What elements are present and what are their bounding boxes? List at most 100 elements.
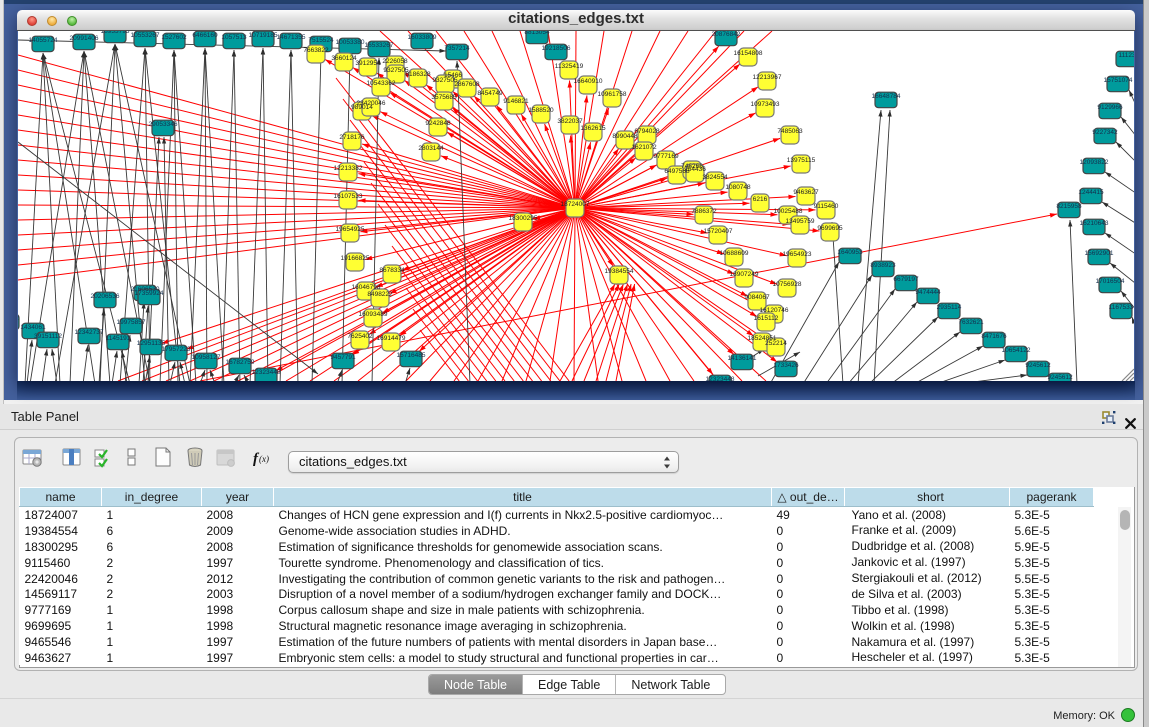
svg-text:20206536: 20206536 bbox=[91, 293, 120, 300]
svg-text:252214: 252214 bbox=[765, 340, 787, 347]
svg-text:6679197: 6679197 bbox=[893, 276, 919, 283]
svg-text:12323448: 12323448 bbox=[706, 376, 735, 381]
svg-text:2803144: 2803144 bbox=[418, 145, 444, 152]
svg-text:1080748: 1080748 bbox=[725, 184, 751, 191]
svg-text:9463627: 9463627 bbox=[793, 189, 819, 196]
svg-text:11325419: 11325419 bbox=[555, 63, 584, 70]
svg-text:10719185: 10719185 bbox=[249, 32, 278, 39]
svg-text:16648784: 16648784 bbox=[872, 93, 901, 100]
svg-text:18300295: 18300295 bbox=[509, 215, 538, 222]
svg-text:16210643: 16210643 bbox=[1080, 220, 1109, 227]
svg-text:8454749: 8454749 bbox=[477, 90, 503, 97]
svg-text:9457791: 9457791 bbox=[330, 354, 356, 361]
svg-text:10654122: 10654122 bbox=[1002, 347, 1031, 354]
svg-text:18933793: 18933793 bbox=[101, 31, 130, 35]
svg-text:10973493: 10973493 bbox=[751, 101, 780, 108]
svg-text:8813054: 8813054 bbox=[524, 31, 550, 36]
svg-text:9699695: 9699695 bbox=[817, 225, 843, 232]
svg-text:14671355: 14671355 bbox=[277, 34, 306, 41]
svg-text:12323448: 12323448 bbox=[252, 369, 281, 376]
svg-text:15751074: 15751074 bbox=[1104, 77, 1133, 84]
svg-text:2718176: 2718176 bbox=[339, 134, 365, 141]
svg-text:9777169: 9777169 bbox=[653, 153, 679, 160]
svg-text:19975857: 19975857 bbox=[117, 319, 146, 326]
svg-text:16640910: 16640910 bbox=[574, 78, 603, 85]
svg-text:39151112: 39151112 bbox=[34, 333, 62, 340]
svg-text:6794028: 6794028 bbox=[634, 128, 660, 135]
svg-text:2226058: 2226058 bbox=[382, 58, 408, 65]
svg-text:1244415: 1244415 bbox=[1078, 189, 1104, 196]
svg-text:9146821: 9146821 bbox=[503, 98, 529, 105]
svg-text:1588520: 1588520 bbox=[528, 107, 554, 114]
svg-text:3822037: 3822037 bbox=[557, 118, 583, 125]
svg-text:19384554: 19384554 bbox=[605, 268, 634, 275]
svg-text:8471676: 8471676 bbox=[981, 333, 1007, 340]
svg-text:16120746: 16120746 bbox=[760, 307, 789, 314]
svg-text:16093489: 16093489 bbox=[359, 311, 388, 318]
svg-text:3912954: 3912954 bbox=[355, 60, 381, 67]
svg-text:10053380: 10053380 bbox=[336, 39, 365, 46]
svg-text:15692901: 15692901 bbox=[1085, 250, 1114, 257]
svg-text:8938923: 8938923 bbox=[870, 262, 896, 269]
svg-text:3824554: 3824554 bbox=[702, 174, 728, 181]
svg-text:8498222: 8498222 bbox=[367, 291, 393, 298]
svg-text:6466160: 6466160 bbox=[192, 32, 218, 39]
svg-text:10543362: 10543362 bbox=[367, 80, 396, 87]
svg-text:17957223: 17957223 bbox=[162, 346, 191, 353]
svg-text:1615112: 1615112 bbox=[754, 315, 779, 322]
svg-text:10958127: 10958127 bbox=[192, 354, 221, 361]
svg-text:3660124: 3660124 bbox=[331, 55, 357, 62]
svg-text:8678334: 8678334 bbox=[379, 267, 405, 274]
svg-text:254436: 254436 bbox=[684, 166, 706, 173]
svg-text:16154808: 16154808 bbox=[734, 50, 763, 57]
svg-text:6216: 6216 bbox=[753, 196, 768, 203]
svg-text:2935114: 2935114 bbox=[937, 304, 962, 311]
svg-text:10756928: 10756928 bbox=[773, 281, 802, 288]
svg-text:9474444: 9474444 bbox=[915, 289, 941, 296]
svg-text:9227342: 9227342 bbox=[1092, 129, 1118, 136]
svg-text:(x): (x) bbox=[259, 454, 269, 464]
svg-text:15720407: 15720407 bbox=[704, 228, 733, 235]
svg-text:7485063: 7485063 bbox=[777, 128, 803, 135]
svg-text:1057513: 1057513 bbox=[221, 34, 247, 41]
svg-text:7663822: 7663822 bbox=[303, 47, 329, 54]
svg-text:9245612: 9245612 bbox=[1047, 374, 1073, 381]
svg-text:16107533: 16107533 bbox=[334, 193, 363, 200]
svg-text:12093822: 12093822 bbox=[1080, 159, 1109, 166]
svg-text:9245612: 9245612 bbox=[1025, 362, 1051, 369]
svg-text:19654923: 19654923 bbox=[783, 251, 812, 258]
svg-text:1167533: 1167533 bbox=[1109, 304, 1134, 311]
svg-text:12213382: 12213382 bbox=[334, 165, 363, 172]
svg-text:9129966: 9129966 bbox=[1097, 104, 1123, 111]
svg-text:7357214: 7357214 bbox=[444, 45, 470, 52]
svg-text:7515524: 7515524 bbox=[308, 37, 334, 44]
svg-text:1733426: 1733426 bbox=[773, 362, 799, 369]
svg-text:14136141: 14136141 bbox=[728, 355, 757, 362]
svg-text:16533267: 16533267 bbox=[365, 42, 394, 49]
svg-text:16046798: 16046798 bbox=[352, 284, 381, 291]
svg-text:1145191: 1145191 bbox=[106, 335, 131, 342]
svg-text:8215958: 8215958 bbox=[1056, 203, 1082, 210]
svg-text:10961758: 10961758 bbox=[598, 91, 627, 98]
svg-text:10025488: 10025488 bbox=[774, 208, 803, 215]
svg-text:9084067: 9084067 bbox=[744, 294, 770, 301]
svg-text:1362615: 1362615 bbox=[580, 125, 606, 132]
svg-text:18907249: 18907249 bbox=[730, 271, 759, 278]
svg-text:17359924: 17359924 bbox=[135, 290, 164, 297]
svg-text:23420046: 23420046 bbox=[357, 100, 386, 107]
svg-text:13975115: 13975115 bbox=[787, 157, 816, 164]
svg-text:14055724: 14055724 bbox=[29, 37, 58, 44]
svg-text:29053346: 29053346 bbox=[149, 121, 178, 128]
svg-text:13495759: 13495759 bbox=[786, 218, 815, 225]
svg-text:1527602: 1527602 bbox=[161, 34, 187, 41]
svg-text:9242848: 9242848 bbox=[425, 120, 451, 127]
svg-text:1621072: 1621072 bbox=[631, 144, 657, 151]
svg-text:1434061: 1434061 bbox=[20, 324, 46, 331]
svg-text:16914479: 16914479 bbox=[377, 335, 406, 342]
svg-text:19166825: 19166825 bbox=[341, 255, 370, 262]
svg-text:20991406: 20991406 bbox=[70, 35, 99, 42]
svg-text:2867608: 2867608 bbox=[454, 81, 480, 88]
svg-text:19218506: 19218506 bbox=[542, 45, 571, 52]
svg-text:7886372: 7886372 bbox=[691, 208, 717, 215]
svg-text:10688609: 10688609 bbox=[720, 250, 749, 257]
